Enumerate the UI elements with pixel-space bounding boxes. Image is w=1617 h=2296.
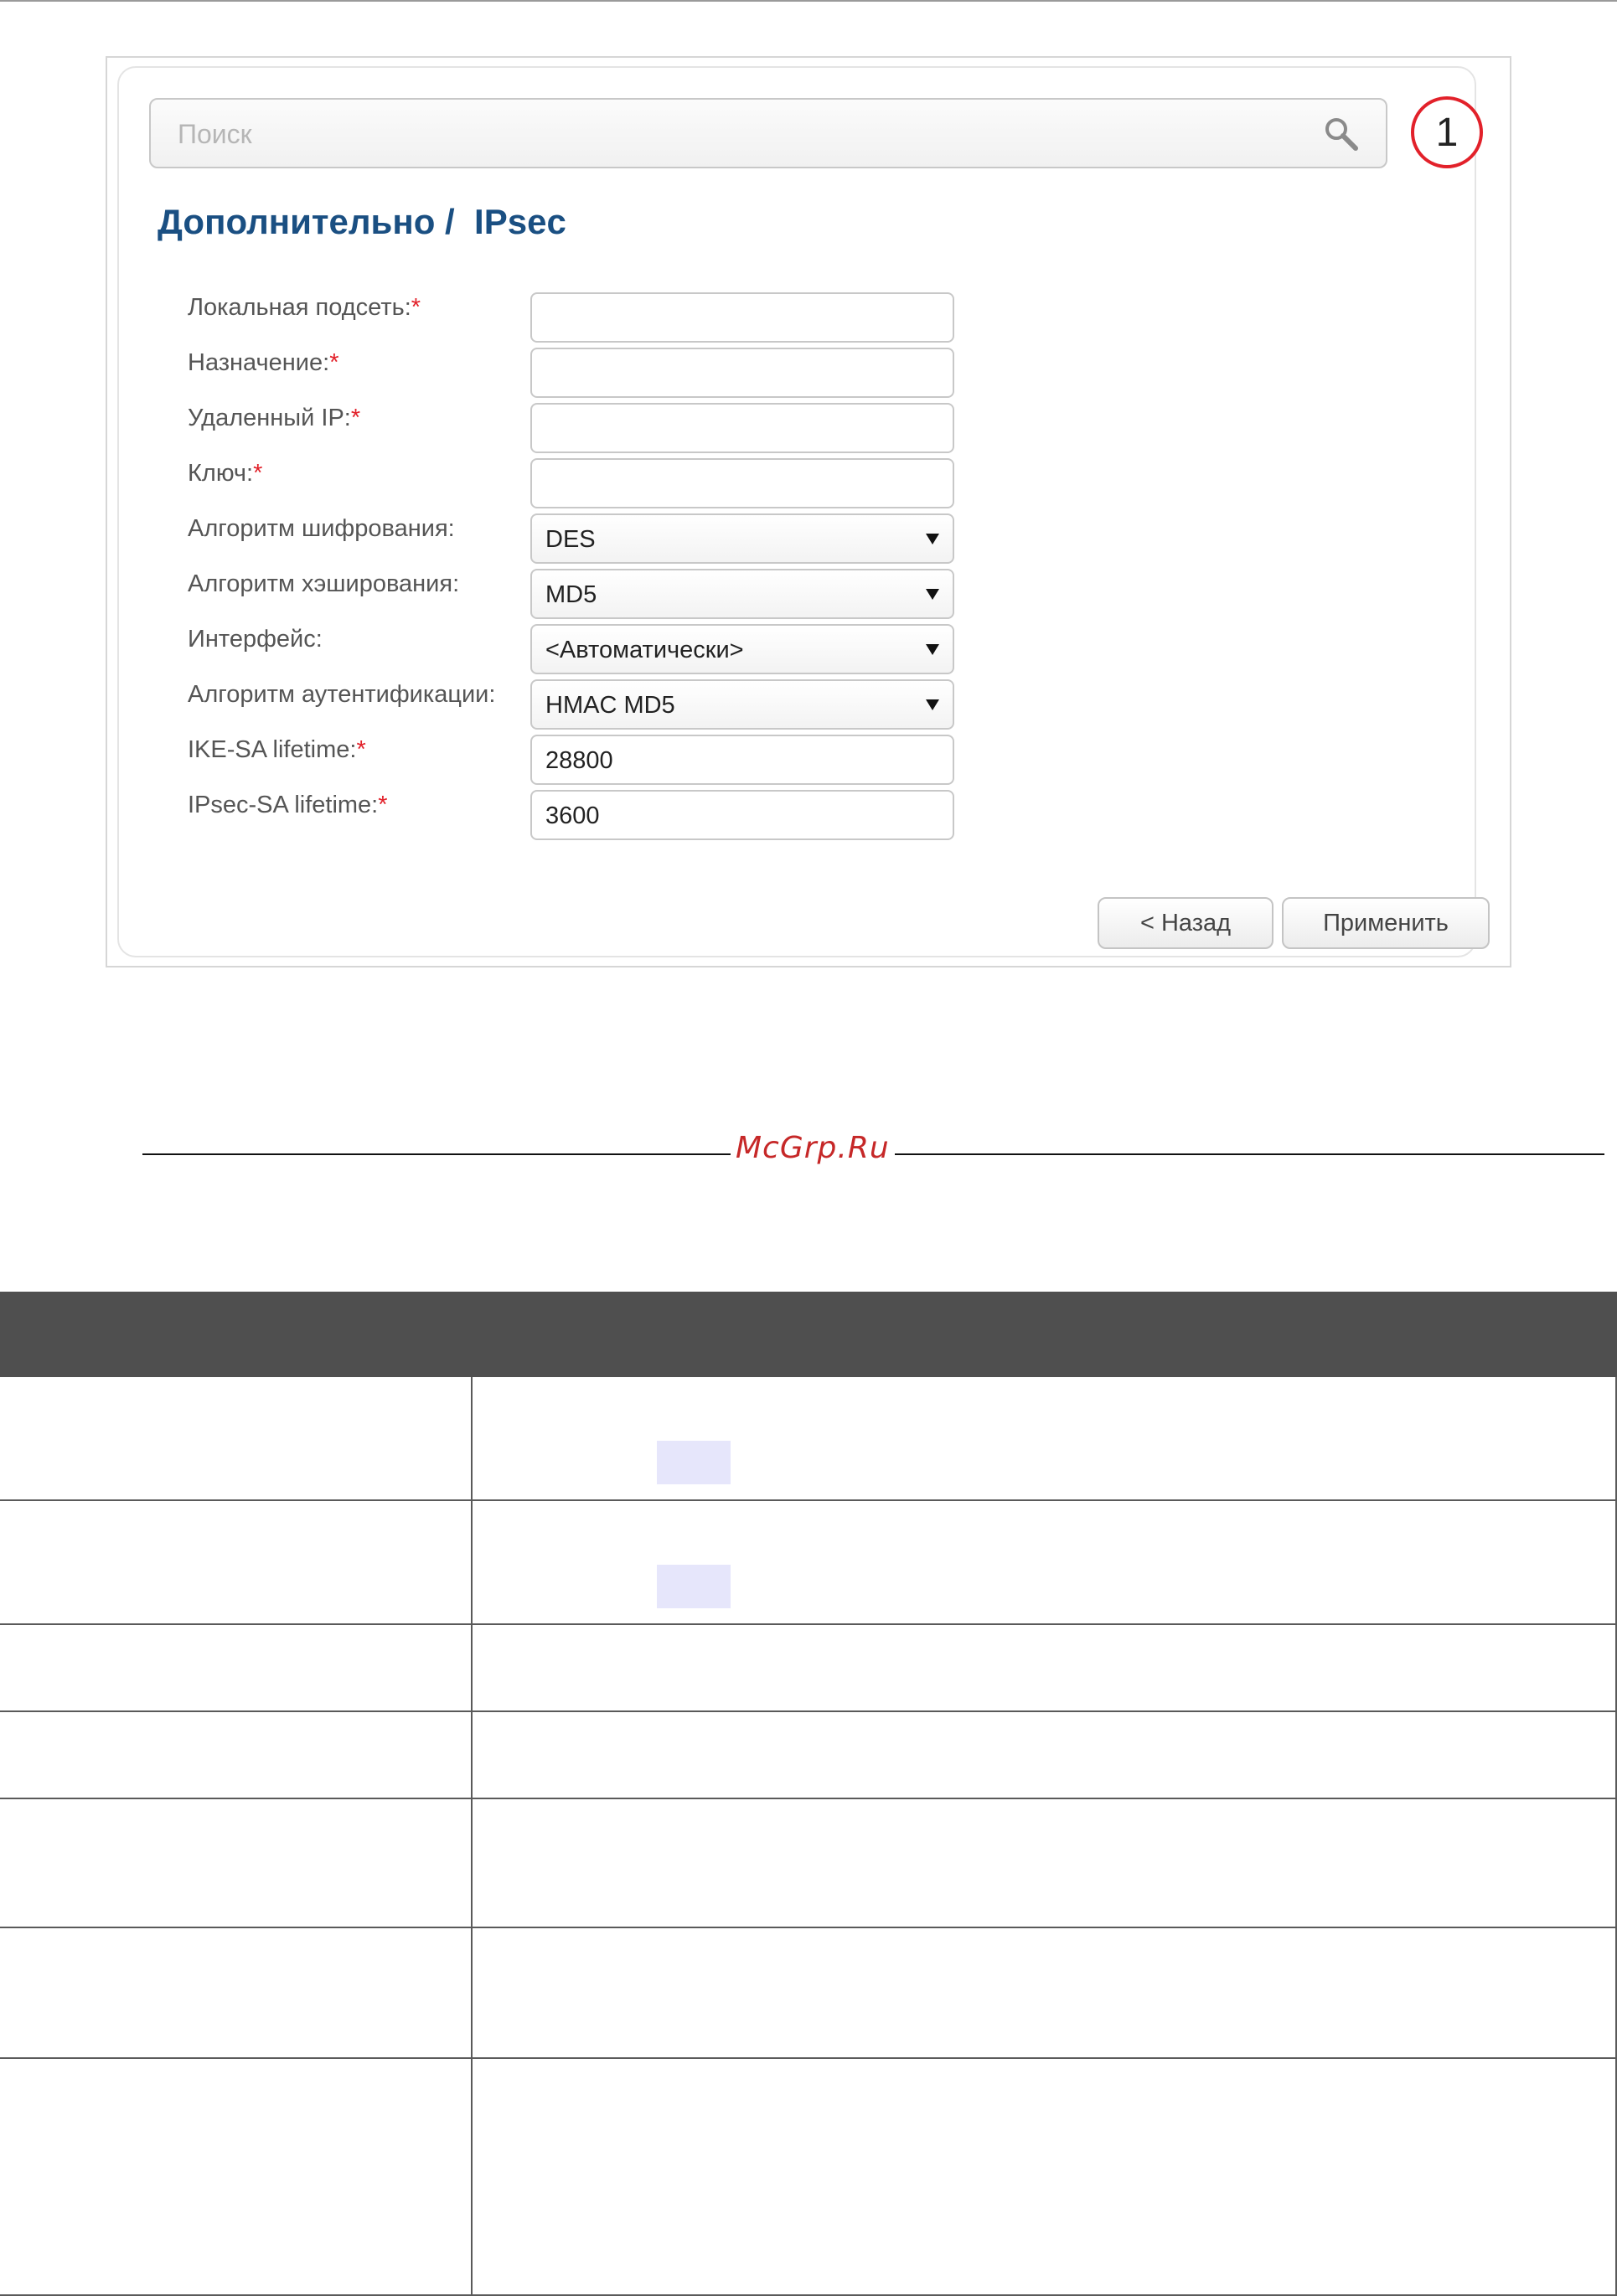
ike-sa-lifetime-input[interactable]: 28800 xyxy=(530,735,954,785)
table-row xyxy=(0,1928,1617,2059)
search-box[interactable] xyxy=(149,98,1387,168)
required-marker: * xyxy=(356,736,366,763)
column-divider xyxy=(471,1625,473,1710)
search-input[interactable] xyxy=(176,118,1268,150)
field-label: Удаленный IP:* xyxy=(188,405,361,431)
apply-button[interactable]: Применить xyxy=(1282,897,1490,949)
column-divider xyxy=(471,1799,473,1927)
local-subnet-input[interactable] xyxy=(530,292,954,343)
encryption-algorithm-select[interactable]: DES xyxy=(530,513,954,564)
table-row xyxy=(0,1799,1617,1928)
highlight-chip xyxy=(657,1565,731,1608)
form-row-key: Ключ:* xyxy=(188,458,1109,508)
screenshot-frame: 1 Дополнительно / IPsec Локальная подсет… xyxy=(106,56,1511,967)
field-label: Интерфейс: xyxy=(188,626,323,653)
form-row-encryption: Алгоритм шифрования: DES xyxy=(188,513,1109,564)
top-rule xyxy=(0,0,1617,2)
hashing-algorithm-select[interactable]: MD5 xyxy=(530,569,954,619)
field-label: Алгоритм хэширования: xyxy=(188,570,460,597)
remote-ip-input[interactable] xyxy=(530,403,954,453)
form-row-local-subnet: Локальная подсеть:* xyxy=(188,292,1109,343)
required-marker: * xyxy=(253,460,263,487)
back-button[interactable]: < Назад xyxy=(1098,897,1273,949)
required-marker: * xyxy=(329,349,339,376)
table-row xyxy=(0,1501,1617,1625)
column-divider xyxy=(471,1377,473,1499)
form-row-remote-ip: Удаленный IP:* xyxy=(188,403,1109,453)
field-label: Алгоритм шифрования: xyxy=(188,515,455,542)
ipsec-sa-lifetime-input[interactable]: 3600 xyxy=(530,790,954,840)
authentication-algorithm-select[interactable]: HMAC MD5 xyxy=(530,679,954,730)
field-label: Локальная подсеть:* xyxy=(188,294,421,321)
dropdown-arrow-icon xyxy=(926,534,939,544)
field-label: IKE-SA lifetime:* xyxy=(188,736,366,763)
table-row xyxy=(0,1712,1617,1799)
key-input[interactable] xyxy=(530,458,954,508)
field-label: Назначение:* xyxy=(188,349,339,376)
form-row-ike-sa-lifetime: IKE-SA lifetime:* 28800 xyxy=(188,735,1109,785)
dropdown-arrow-icon xyxy=(926,644,939,655)
required-marker: * xyxy=(378,792,388,818)
dropdown-arrow-icon xyxy=(926,589,939,600)
column-divider xyxy=(471,1928,473,2057)
field-label: Ключ:* xyxy=(188,460,263,487)
table-row xyxy=(0,1377,1617,1501)
table-row xyxy=(0,1625,1617,1712)
required-marker: * xyxy=(411,294,421,321)
highlight-chip xyxy=(657,1441,731,1484)
form-row-hashing: Алгоритм хэширования: MD5 xyxy=(188,569,1109,619)
table-header xyxy=(0,1292,1617,1377)
page-title: Дополнительно / IPsec xyxy=(158,202,566,241)
form-row-authentication: Алгоритм аутентификации: HMAC MD5 xyxy=(188,679,1109,730)
dropdown-arrow-icon xyxy=(926,699,939,710)
form-row-destination: Назначение:* xyxy=(188,348,1109,398)
column-divider xyxy=(471,1501,473,1623)
watermark-logo: McGrp.Ru xyxy=(731,1131,895,1165)
required-marker: * xyxy=(350,405,361,431)
destination-input[interactable] xyxy=(530,348,954,398)
interface-select[interactable]: <Автоматически> xyxy=(530,624,954,674)
step-number-badge: 1 xyxy=(1411,96,1483,168)
column-divider xyxy=(471,1712,473,1798)
table-row xyxy=(0,2059,1617,2296)
field-label: Алгоритм аутентификации: xyxy=(188,681,496,708)
search-icon[interactable] xyxy=(1322,115,1362,155)
field-label: IPsec-SA lifetime:* xyxy=(188,792,388,818)
form-row-interface: Интерфейс: <Автоматически> xyxy=(188,624,1109,674)
column-divider xyxy=(471,2059,473,2294)
form-row-ipsec-sa-lifetime: IPsec-SA lifetime:* 3600 xyxy=(188,790,1109,840)
settings-panel: 1 Дополнительно / IPsec Локальная подсет… xyxy=(117,66,1490,957)
